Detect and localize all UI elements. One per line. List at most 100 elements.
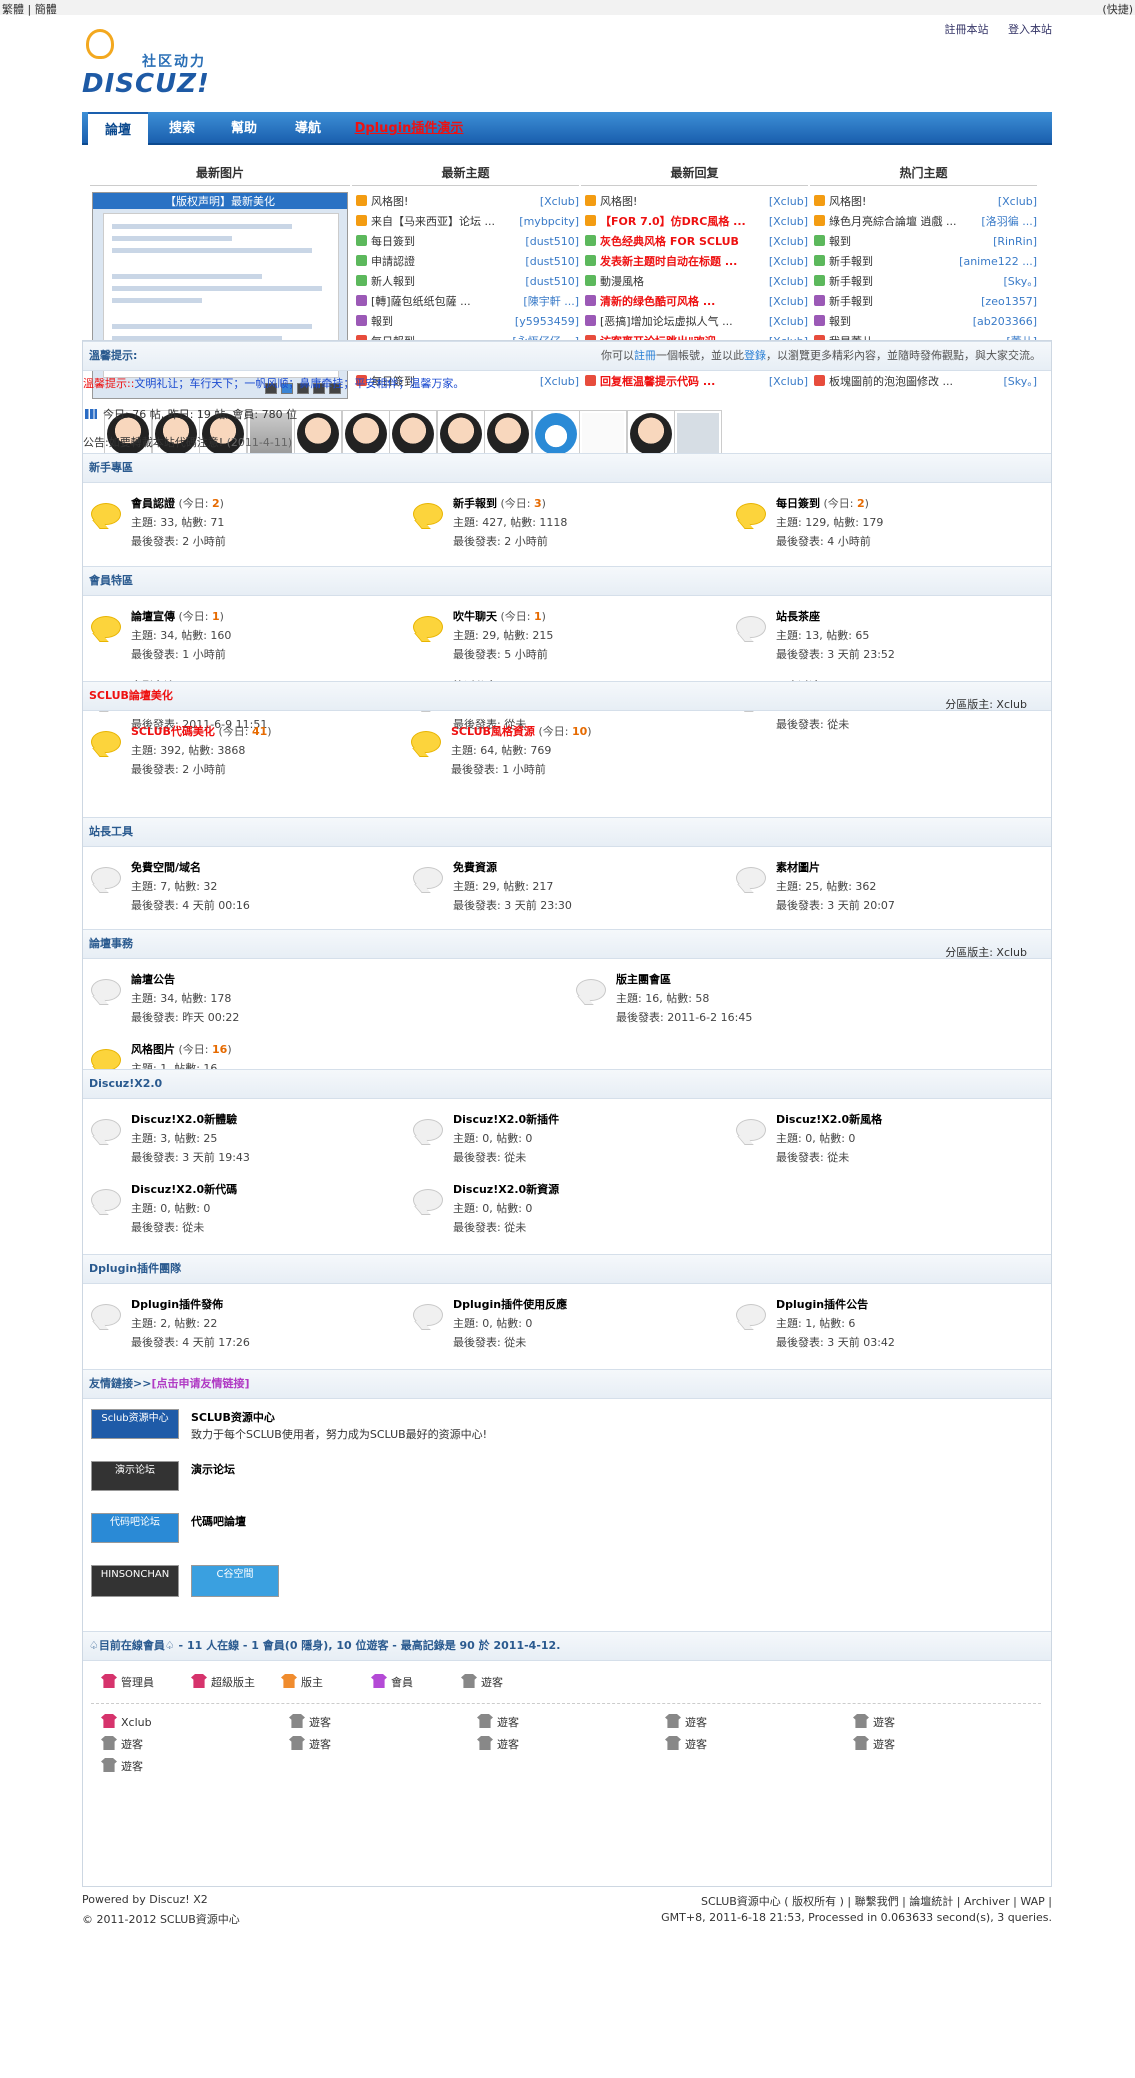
online-user[interactable]: 遊客: [477, 1736, 519, 1752]
online-user[interactable]: Xclub: [101, 1714, 152, 1729]
forum-name[interactable]: 风格图片: [131, 1043, 175, 1056]
forum-last-post[interactable]: 最後發表: 從未: [453, 1334, 526, 1350]
list-item[interactable]: 申請認證 [dust510]: [356, 252, 581, 272]
thread-author[interactable]: [Xclub]: [764, 212, 808, 232]
thread-author[interactable]: [zeo1357]: [977, 292, 1037, 312]
category-header[interactable]: Discuz!X2.0: [83, 1069, 1051, 1099]
thread-title[interactable]: 新手報到: [829, 255, 873, 268]
category-title[interactable]: Discuz!X2.0: [89, 1077, 162, 1090]
notice-login-link[interactable]: 登錄: [744, 349, 766, 362]
forum-last-post[interactable]: 最後發表: 1 小時前: [131, 646, 226, 662]
thread-title[interactable]: 发表新主题时自动在标题 ...: [600, 255, 737, 268]
forum-last-post[interactable]: 最後發表: 3 天前 20:07: [776, 897, 895, 913]
thread-author[interactable]: [Sky。]: [999, 272, 1037, 292]
forum-last-post[interactable]: 最後發表: 從未: [776, 716, 849, 732]
announcement-text[interactable]: 公告:如要轉載本站代碼注意!: [83, 436, 223, 449]
online-user[interactable]: 遊客: [101, 1736, 143, 1752]
thread-title[interactable]: 灰色经典风格 FOR SCLUB: [600, 235, 739, 248]
thread-title[interactable]: 【FOR 7.0】仿DRC風格 ...: [600, 215, 746, 228]
forum-name[interactable]: Dplugin插件使用反應: [453, 1298, 567, 1311]
friend-link-name[interactable]: 演示论坛: [191, 1461, 235, 1477]
thread-title[interactable]: 风格图!: [600, 195, 637, 208]
forum-last-post[interactable]: 最後發表: 4 天前 00:16: [131, 897, 250, 913]
thread-title[interactable]: 報到: [829, 315, 851, 328]
category-header[interactable]: Dplugin插件團隊: [83, 1254, 1051, 1284]
thread-author[interactable]: [mybpcity]: [515, 212, 579, 232]
list-item[interactable]: 報到 [y5953459]: [356, 312, 581, 332]
forum-item[interactable]: 論壇公告 主題: 34, 帖數: 178 最後發表: 昨天 00:22: [91, 971, 391, 1024]
category-header[interactable]: SCLUB論壇美化 分區版主: Xclub: [83, 681, 1051, 711]
forum-last-post[interactable]: 最後發表: 2 小時前: [131, 761, 226, 777]
thread-title[interactable]: 報到: [371, 315, 393, 328]
site-logo[interactable]: 社区动力 DISCUZ!: [82, 27, 252, 99]
list-item[interactable]: 【FOR 7.0】仿DRC風格 ... [Xclub]: [585, 212, 810, 232]
list-item[interactable]: 风格图! [Xclub]: [356, 192, 581, 212]
forum-item[interactable]: 素材圖片 主題: 25, 帖數: 362 最後發表: 3 天前 20:07: [736, 859, 1036, 912]
list-item[interactable]: 新人報到 [dust510]: [356, 272, 581, 292]
forum-last-post[interactable]: 最後發表: 昨天 00:22: [131, 1009, 239, 1025]
forum-name[interactable]: Discuz!X2.0新代碼: [131, 1183, 237, 1196]
list-item[interactable]: 新手報到 [zeo1357]: [814, 292, 1039, 312]
category-title[interactable]: 論壇事務: [89, 937, 133, 950]
forum-name[interactable]: 新手報到: [453, 497, 497, 510]
list-item[interactable]: 灰色经典风格 FOR SCLUB [Xclub]: [585, 232, 810, 252]
thread-author[interactable]: [Xclub]: [764, 192, 808, 212]
friend-link-logo[interactable]: 代码吧论坛: [91, 1513, 179, 1543]
thread-author[interactable]: [Xclub]: [764, 232, 808, 252]
forum-name[interactable]: Dplugin插件公告: [776, 1298, 868, 1311]
forum-name[interactable]: 會員認證: [131, 497, 175, 510]
forum-last-post[interactable]: 最後發表: 從未: [453, 1219, 526, 1235]
list-item[interactable]: 每日簽到 [dust510]: [356, 232, 581, 252]
friend-link-logo[interactable]: 演示论坛: [91, 1461, 179, 1491]
thread-author[interactable]: [dust510]: [521, 272, 579, 292]
thread-author[interactable]: [Xclub]: [993, 192, 1037, 212]
online-user[interactable]: 遊客: [665, 1736, 707, 1752]
friend-link-small-logo[interactable]: C谷空間: [191, 1565, 279, 1597]
category-header[interactable]: 會員特區: [83, 566, 1051, 596]
list-item[interactable]: 報到 [RinRin]: [814, 232, 1039, 252]
friend-link-name[interactable]: SCLUB资源中心: [191, 1409, 275, 1425]
forum-name[interactable]: 論壇公告: [131, 973, 175, 986]
thread-title[interactable]: 新手報到: [829, 295, 873, 308]
forum-last-post[interactable]: 最後發表: 3 天前 23:30: [453, 897, 572, 913]
forum-last-post[interactable]: 最後發表: 3 天前 03:42: [776, 1334, 895, 1350]
thread-author[interactable]: [陳宇軒 ...]: [519, 292, 579, 312]
list-item[interactable]: [轉]薩包纸纸包薩 ... [陳宇軒 ...]: [356, 292, 581, 312]
forum-last-post[interactable]: 最後發表: 3 天前 19:43: [131, 1149, 250, 1165]
forum-item[interactable]: Discuz!X2.0新資源 主題: 0, 帖數: 0 最後發表: 從未: [413, 1181, 713, 1234]
forum-name[interactable]: 站長茶座: [776, 610, 820, 623]
forum-item[interactable]: 每日簽到 (今日: 2) 主題: 129, 帖數: 179 最後發表: 4 小時前: [736, 495, 1036, 548]
online-user[interactable]: 遊客: [477, 1714, 519, 1730]
category-header[interactable]: 新手專區: [83, 453, 1051, 483]
list-item[interactable]: 新手報到 [anime122 ...]: [814, 252, 1039, 272]
forum-last-post[interactable]: 最後發表: 從未: [453, 1149, 526, 1165]
thread-author[interactable]: [Xclub]: [535, 192, 579, 212]
list-item[interactable]: 风格图! [Xclub]: [585, 192, 810, 212]
list-item[interactable]: 清新的绿色酷可风格 ... [Xclub]: [585, 292, 810, 312]
online-summary[interactable]: ♤目前在線會員♤ - 11 人在線 - 1 會員(0 隱身), 10 位遊客 -…: [89, 1639, 560, 1652]
thread-author[interactable]: [anime122 ...]: [955, 252, 1037, 272]
forum-last-post[interactable]: 最後發表: 4 天前 17:26: [131, 1334, 250, 1350]
forum-last-post[interactable]: 最後發表: 1 小時前: [451, 761, 546, 777]
thread-author[interactable]: [Xclub]: [764, 292, 808, 312]
thread-title[interactable]: 风格图!: [829, 195, 866, 208]
footer-links[interactable]: SCLUB資源中心 ( 版权所有 ) | 聯繫我們 | 論壇統計 | Archi…: [701, 1893, 1052, 1909]
login-link[interactable]: 登入本站: [1008, 23, 1052, 36]
thread-author[interactable]: [dust510]: [521, 252, 579, 272]
forum-last-post[interactable]: 最後發表: 從未: [131, 1219, 204, 1235]
forum-name[interactable]: 免費空間/域名: [131, 861, 201, 874]
list-item[interactable]: 新手報到 [Sky。]: [814, 272, 1039, 292]
forum-item[interactable]: Discuz!X2.0新代碼 主題: 0, 帖數: 0 最後發表: 從未: [91, 1181, 391, 1234]
thread-title[interactable]: 申請認證: [371, 255, 415, 268]
thread-author[interactable]: [y5953459]: [510, 312, 579, 332]
nav-guide[interactable]: 導航: [278, 112, 338, 145]
thread-author[interactable]: [Xclub]: [764, 312, 808, 332]
forum-last-post[interactable]: 最後發表: 2 小時前: [453, 533, 548, 549]
thread-title[interactable]: 新人報到: [371, 275, 415, 288]
announcement[interactable]: 公告:如要轉載本站代碼注意! (2011-4-11): [83, 434, 292, 450]
forum-item[interactable]: Dplugin插件公告 主題: 1, 帖數: 6 最後發表: 3 天前 03:42: [736, 1296, 1036, 1349]
nav-forum[interactable]: 論壇: [88, 112, 148, 145]
forum-last-post[interactable]: 最後發表: 從未: [776, 1149, 849, 1165]
shortcut-link[interactable]: (快捷): [1102, 1, 1133, 17]
list-item[interactable]: 報到 [ab203366]: [814, 312, 1039, 332]
